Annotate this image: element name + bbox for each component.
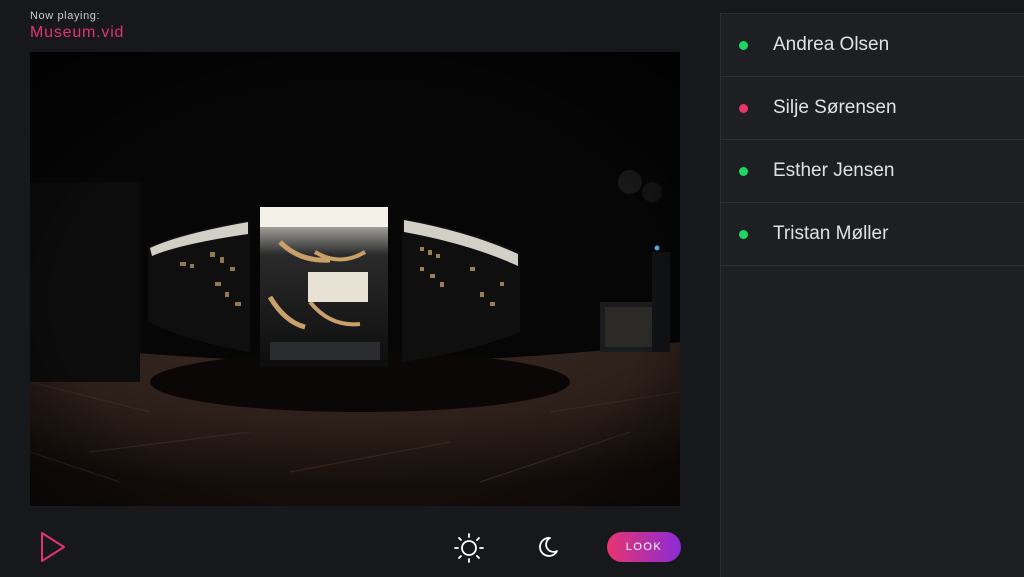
status-dot xyxy=(739,40,748,50)
look-button[interactable]: LOOK xyxy=(607,532,681,562)
participant-name: Tristan Møller xyxy=(773,223,889,244)
participant-row[interactable]: Esther Jensen xyxy=(721,140,1024,203)
dark-mode-button[interactable] xyxy=(535,534,561,560)
status-dot xyxy=(739,166,748,176)
video-player[interactable] xyxy=(30,52,680,506)
status-dot xyxy=(739,229,748,239)
video-frame xyxy=(30,52,680,506)
now-playing-label: Now playing: xyxy=(30,10,101,22)
participants-list: Andrea Olsen Silje Sørensen Esther Jense… xyxy=(720,13,1024,577)
participant-name: Silje Sørensen xyxy=(773,97,897,118)
moon-icon xyxy=(539,537,558,557)
brightness-button[interactable] xyxy=(453,532,485,564)
playback-controls: LOOK xyxy=(0,520,700,576)
participant-name: Andrea Olsen xyxy=(773,34,890,55)
sun-icon xyxy=(454,533,484,563)
participant-name: Esther Jensen xyxy=(773,160,895,181)
participant-row[interactable]: Andrea Olsen xyxy=(721,14,1024,77)
status-dot xyxy=(739,103,748,113)
play-icon xyxy=(41,532,65,562)
now-playing-file: Museum.vid xyxy=(30,24,125,41)
participant-row[interactable]: Silje Sørensen xyxy=(721,77,1024,140)
participant-row[interactable]: Tristan Møller xyxy=(721,203,1024,266)
play-button[interactable] xyxy=(38,530,68,564)
